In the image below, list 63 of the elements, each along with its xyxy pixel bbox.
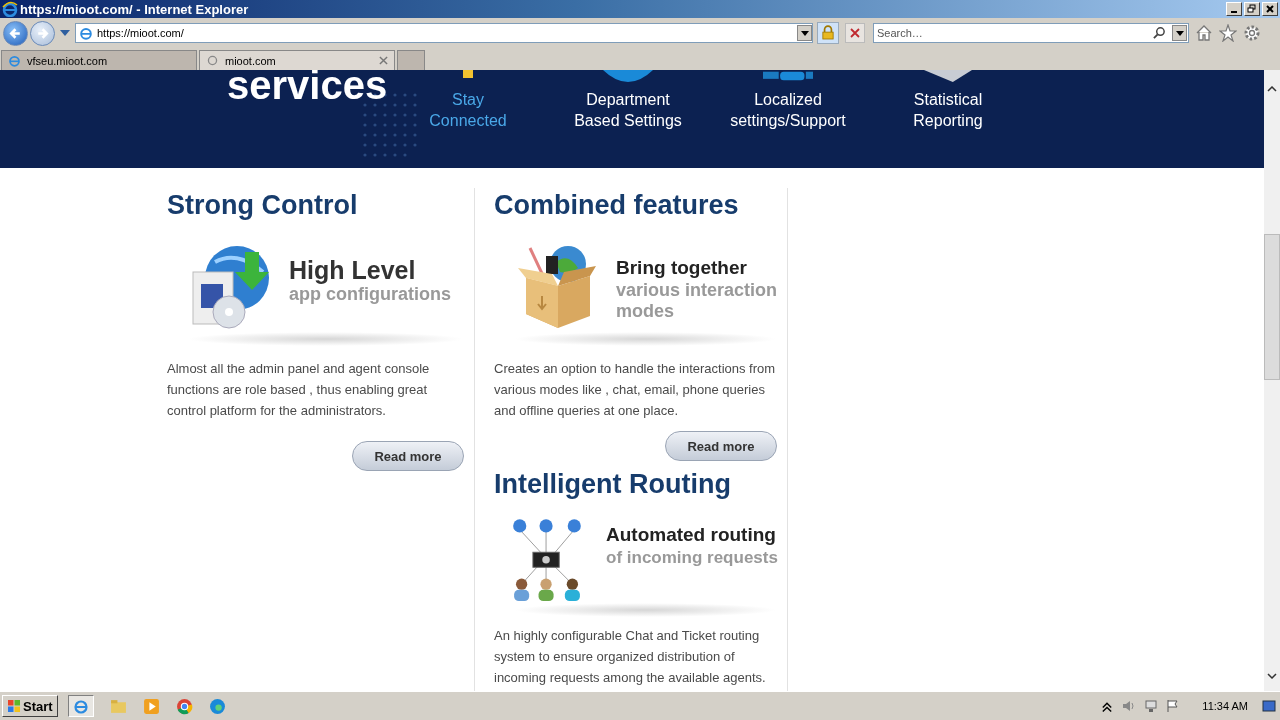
section-heading: Strong Control bbox=[167, 189, 359, 222]
address-field[interactable]: https://mioot.com/ bbox=[75, 23, 813, 43]
feature-tagline: High Level bbox=[289, 256, 417, 284]
home-icon[interactable] bbox=[1195, 24, 1213, 42]
scrollbar[interactable] bbox=[1264, 70, 1280, 691]
restore-icon bbox=[1247, 4, 1257, 14]
browser-logo-icon bbox=[2, 1, 18, 17]
window-title: https://mioot.com/ - Internet Explorer bbox=[20, 1, 249, 17]
search-field[interactable]: Search… bbox=[873, 23, 1189, 43]
feature-link[interactable]: Department Based Settings bbox=[574, 89, 682, 131]
section-heading: Combined features bbox=[494, 189, 740, 222]
speaker-icon[interactable] bbox=[1122, 699, 1137, 713]
feature-link[interactable]: Statistical Reporting bbox=[913, 89, 983, 131]
page-icon bbox=[8, 54, 21, 67]
clock: 11:34 AM bbox=[1202, 700, 1248, 712]
dropdown-arrow-icon[interactable] bbox=[1175, 30, 1184, 36]
feature-link[interactable]: Stay Connected bbox=[429, 89, 507, 131]
search-icon[interactable] bbox=[1153, 26, 1166, 39]
close-icon bbox=[850, 28, 860, 38]
section-description: An highly configurable Chat and Ticket routing system to ensure organized distribution of incoming requests among the available agents. bbox=[494, 627, 767, 687]
feature-subtitle: of incoming requests bbox=[606, 547, 779, 568]
start-button[interactable]: Start bbox=[2, 695, 58, 717]
hero-heading: services bbox=[227, 70, 389, 105]
feature-tagline: Bring together bbox=[616, 256, 748, 280]
scroll-down-icon[interactable] bbox=[1267, 673, 1277, 679]
browser-tab[interactable]: vfseu.mioot.com bbox=[1, 50, 197, 70]
back-button[interactable] bbox=[3, 20, 28, 46]
feature-tagline: Automated routing bbox=[606, 523, 777, 547]
read-more-button[interactable]: Read more bbox=[665, 431, 777, 461]
section-description: Almost all the admin panel and agent console functions are role based , thus enabling great control platform for the administrators. bbox=[167, 360, 431, 420]
flag-icon[interactable] bbox=[1166, 699, 1181, 713]
feature-subtitle: various interaction modes bbox=[616, 280, 779, 322]
star-icon[interactable] bbox=[1219, 24, 1237, 42]
feature-subtitle: app configurations bbox=[289, 284, 452, 305]
settings-icon[interactable] bbox=[1243, 24, 1261, 42]
section-heading: Intelligent Routing bbox=[494, 468, 732, 501]
globe-icon bbox=[603, 70, 653, 82]
lock-button[interactable] bbox=[817, 22, 839, 44]
windows-logo-icon bbox=[7, 699, 21, 713]
forward-button[interactable] bbox=[30, 20, 55, 46]
read-more-button[interactable]: Read more bbox=[352, 441, 464, 471]
network-icon[interactable] bbox=[1144, 699, 1159, 713]
envelope-icon bbox=[463, 70, 473, 78]
loading-icon bbox=[206, 54, 219, 67]
minimize-button[interactable] bbox=[1226, 2, 1242, 16]
browser-tab[interactable]: mioot.com bbox=[199, 50, 395, 70]
show-desktop-icon[interactable] bbox=[1262, 699, 1276, 713]
stop-button[interactable] bbox=[845, 23, 865, 43]
restore-button[interactable] bbox=[1244, 2, 1260, 16]
section-description: Creates an option to handle the interactions from various modes like , chat, email, phone queries and offline queries at one place. bbox=[494, 360, 777, 420]
close-tab-icon[interactable] bbox=[379, 56, 388, 65]
padlock-icon bbox=[822, 25, 834, 41]
scroll-thumb[interactable] bbox=[1264, 234, 1280, 380]
minimize-icon bbox=[1231, 11, 1237, 13]
close-icon bbox=[1265, 4, 1275, 14]
dropdown-arrow-icon[interactable] bbox=[800, 30, 809, 36]
browser-taskbar-icon[interactable] bbox=[67, 695, 94, 717]
close-button[interactable] bbox=[1262, 2, 1278, 16]
feature-link[interactable]: Localized settings/Support bbox=[730, 89, 846, 131]
chat-bubbles-icon bbox=[763, 70, 813, 82]
scroll-up-icon[interactable] bbox=[1267, 86, 1277, 92]
page-icon bbox=[79, 26, 93, 40]
chrome-icon[interactable] bbox=[175, 697, 193, 715]
